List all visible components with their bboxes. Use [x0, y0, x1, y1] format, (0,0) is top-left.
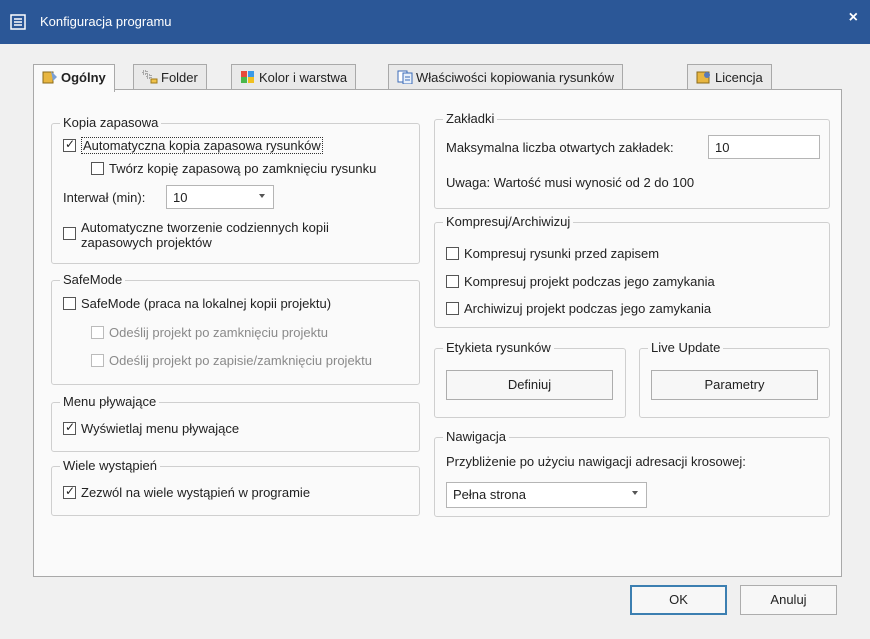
- license-icon: [696, 71, 710, 84]
- color-icon: [241, 71, 254, 83]
- archive-on-close-box[interactable]: [446, 302, 459, 315]
- send-on-save-checkbox: Odeślij projekt po zapisie/zamknięciu pr…: [91, 353, 372, 368]
- backup-on-close-checkbox[interactable]: Twórz kopię zapasową po zamknięciu rysun…: [91, 161, 376, 176]
- archive-on-close-label: Archiwizuj projekt podczas jego zamykani…: [464, 301, 712, 316]
- compress-on-close-box[interactable]: [446, 275, 459, 288]
- interval-value: 10: [173, 190, 188, 205]
- daily-backup-label-line2: zapasowych projektów: [81, 235, 212, 250]
- zoom-select[interactable]: Pełna strona: [446, 482, 647, 508]
- allow-instances-box[interactable]: [63, 484, 76, 499]
- drawing-label-group: Etykieta rysunków Definiuj: [434, 340, 626, 418]
- send-on-save-label: Odeślij projekt po zapisie/zamknięciu pr…: [109, 353, 373, 368]
- window-title: Konfiguracja programu: [40, 14, 172, 29]
- send-on-close-label: Odeślij projekt po zamknięciu projektu: [109, 325, 328, 340]
- archive-on-close-checkbox[interactable]: Archiwizuj projekt podczas jego zamykani…: [446, 301, 711, 316]
- chevron-down-icon: [259, 194, 265, 198]
- auto-backup-checkbox[interactable]: Automatyczna kopia zapasowa rysunków: [63, 137, 323, 154]
- safemode-label: SafeMode (praca na lokalnej kopii projek…: [81, 296, 332, 311]
- close-icon[interactable]: ×: [849, 8, 858, 28]
- bookmarks-group: Zakładki Maksymalna liczba otwartych zak…: [434, 111, 830, 209]
- compress-on-close-label: Kompresuj projekt podczas jego zamykania: [464, 274, 715, 289]
- daily-backup-label: Automatyczne tworzenie codziennych kopii…: [81, 220, 329, 250]
- tab-color-layer-label: Kolor i warstwa: [259, 70, 348, 85]
- drawing-label-group-label: Etykieta rysunków: [443, 340, 554, 355]
- tab-strip: Ogólny Folder Kolor i warstwa Właściwośc…: [33, 64, 813, 92]
- tab-general-label: Ogólny: [61, 70, 106, 85]
- instances-group-label: Wiele wystąpień: [60, 458, 160, 473]
- tab-general[interactable]: Ogólny: [33, 64, 115, 92]
- tab-copy-properties[interactable]: Właściwości kopiowania rysunków: [388, 64, 623, 90]
- backup-group-label: Kopia zapasowa: [60, 115, 162, 130]
- compress-before-save-label: Kompresuj rysunki przed zapisem: [464, 246, 660, 261]
- allow-instances-label: Zezwól na wiele wystąpień w programie: [81, 485, 311, 500]
- tab-license[interactable]: Licencja: [687, 64, 772, 90]
- safemode-group: SafeMode SafeMode (praca na lokalnej kop…: [51, 272, 420, 385]
- tab-folder-label: Folder: [161, 70, 198, 85]
- floating-menu-checkbox[interactable]: Wyświetlaj menu pływające: [63, 420, 240, 436]
- copy-properties-icon: [397, 70, 413, 84]
- floating-menu-group-label: Menu pływające: [60, 394, 160, 409]
- ok-button[interactable]: OK: [630, 585, 727, 615]
- live-update-group-label: Live Update: [648, 340, 724, 355]
- safemode-group-label: SafeMode: [60, 272, 126, 287]
- zoom-label: Przybliżenie po użyciu nawigacji adresac…: [446, 454, 746, 469]
- tab-license-label: Licencja: [715, 70, 763, 85]
- live-update-group: Live Update Parametry: [639, 340, 830, 418]
- send-on-close-box: [91, 326, 104, 339]
- tab-color-layer[interactable]: Kolor i warstwa: [231, 64, 357, 90]
- app-icon: [10, 14, 26, 30]
- floating-menu-box[interactable]: [63, 420, 76, 435]
- navigation-group: Nawigacja Przybliżenie po użyciu nawigac…: [434, 429, 830, 517]
- safemode-checkbox[interactable]: SafeMode (praca na lokalnej kopii projek…: [63, 296, 331, 311]
- bookmarks-group-label: Zakładki: [443, 111, 498, 126]
- daily-backup-label-line1: Automatyczne tworzenie codziennych kopii: [81, 220, 329, 235]
- bookmarks-note: Uwaga: Wartość musi wynosić od 2 do 100: [446, 175, 695, 190]
- max-bookmarks-label: Maksymalna liczba otwartych zakładek:: [446, 140, 674, 155]
- compress-before-save-box[interactable]: [446, 247, 459, 260]
- tab-folder[interactable]: Folder: [133, 64, 207, 90]
- zoom-value: Pełna strona: [453, 487, 526, 502]
- interval-label: Interwał (min):: [63, 190, 146, 205]
- send-on-close-checkbox: Odeślij projekt po zamknięciu projektu: [91, 325, 328, 340]
- compress-group: Kompresuj/Archiwizuj Kompresuj rysunki p…: [434, 214, 830, 328]
- daily-backup-box[interactable]: [63, 227, 76, 240]
- title-bar: Konfiguracja programu ×: [0, 0, 870, 44]
- cancel-button[interactable]: Anuluj: [740, 585, 837, 615]
- backup-group: Kopia zapasowa Automatyczna kopia zapaso…: [51, 115, 420, 264]
- general-settings-panel: Kopia zapasowa Automatyczna kopia zapaso…: [33, 89, 842, 577]
- backup-on-close-box[interactable]: [91, 162, 104, 175]
- instances-group: Wiele wystąpień Zezwól na wiele wystąpie…: [51, 458, 420, 516]
- general-icon: [42, 71, 57, 84]
- folder-icon: [142, 70, 158, 84]
- backup-on-close-label: Twórz kopię zapasową po zamknięciu rysun…: [109, 161, 377, 176]
- daily-backup-checkbox[interactable]: Automatyczne tworzenie codziennych kopii…: [63, 220, 329, 250]
- define-button[interactable]: Definiuj: [446, 370, 613, 400]
- compress-group-label: Kompresuj/Archiwizuj: [443, 214, 574, 229]
- interval-select[interactable]: 10: [166, 185, 274, 209]
- max-bookmarks-input[interactable]: 10: [708, 135, 820, 159]
- send-on-save-box: [91, 354, 104, 367]
- compress-on-close-checkbox[interactable]: Kompresuj projekt podczas jego zamykania: [446, 274, 715, 289]
- safemode-box[interactable]: [63, 297, 76, 310]
- tab-copy-properties-label: Właściwości kopiowania rysunków: [416, 70, 614, 85]
- floating-menu-group: Menu pływające Wyświetlaj menu pływające: [51, 394, 420, 452]
- chevron-down-icon: [632, 491, 638, 495]
- auto-backup-label: Automatyczna kopia zapasowa rysunków: [81, 137, 323, 154]
- parameters-button[interactable]: Parametry: [651, 370, 818, 400]
- navigation-group-label: Nawigacja: [443, 429, 509, 444]
- floating-menu-label: Wyświetlaj menu pływające: [81, 421, 240, 436]
- allow-instances-checkbox[interactable]: Zezwól na wiele wystąpień w programie: [63, 484, 311, 500]
- auto-backup-box[interactable]: [63, 137, 76, 152]
- compress-before-save-checkbox[interactable]: Kompresuj rysunki przed zapisem: [446, 246, 659, 261]
- max-bookmarks-value: 10: [715, 140, 730, 155]
